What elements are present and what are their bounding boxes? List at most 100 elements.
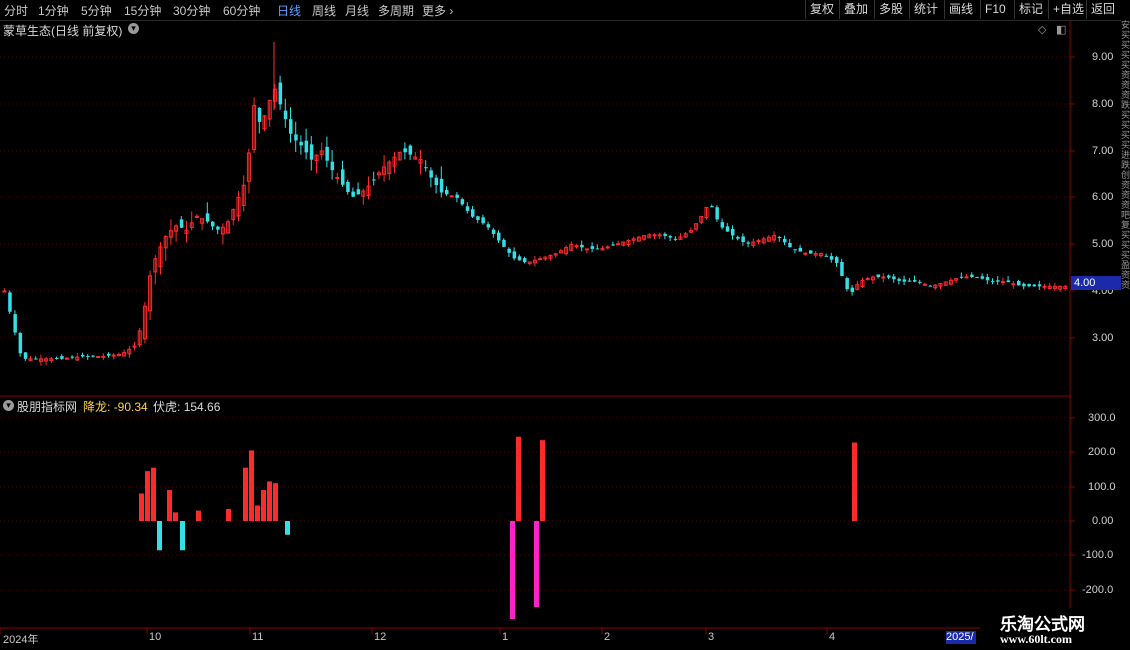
indicator-line2-value: 154.66 (183, 400, 221, 414)
tab-more[interactable]: 更多 › (422, 2, 453, 19)
tab-daily[interactable]: 日线 (277, 2, 301, 19)
candle-body (991, 281, 995, 283)
button-mark[interactable]: 标记 (1014, 0, 1047, 19)
indicator-axis-label: 200.0 (1088, 446, 1116, 458)
button-back[interactable]: 返回 (1086, 0, 1119, 19)
candle-body (870, 276, 875, 281)
candle-body (647, 234, 652, 239)
candle-body (132, 345, 137, 348)
candle-body (964, 276, 969, 279)
candle-body (211, 221, 215, 227)
tab-monthly[interactable]: 月线 (345, 2, 369, 19)
tab-30min[interactable]: 30分钟 (173, 2, 210, 19)
candle-body (845, 278, 849, 290)
candle-body (283, 110, 288, 120)
candle-body (60, 356, 64, 359)
candle-body (766, 236, 771, 242)
candle-body (1017, 281, 1021, 286)
tab-15min[interactable]: 15分钟 (124, 2, 161, 19)
tab-1min[interactable]: 1分钟 (38, 2, 69, 19)
price-axis-label: 5.00 (1092, 238, 1114, 250)
period-toolbar: 分时 1分钟 5分钟 15分钟 30分钟 60分钟 日线 周线 月线 多周期 更… (0, 0, 1130, 21)
candle-body (751, 241, 756, 247)
candle-body (262, 115, 267, 130)
indicator-bar (226, 508, 231, 521)
indicator-bar (249, 450, 254, 521)
right-strip-char: 买 (1121, 60, 1130, 70)
candle-body (761, 238, 766, 244)
indicator-bar (267, 481, 272, 521)
tab-weekly[interactable]: 周线 (312, 2, 336, 19)
button-add-watchlist[interactable]: +自选 (1048, 0, 1088, 19)
candle-body (715, 207, 719, 220)
indicator-line2-label: 伏虎 (153, 400, 178, 414)
candle-body (855, 284, 860, 290)
right-info-strip: 安买买买买资资资跌买买买买进跌创资资资吧复买买买盈资资 (1121, 20, 1130, 650)
right-strip-char: 资 (1121, 80, 1130, 90)
candle-body (418, 158, 423, 164)
indicator-bar (157, 521, 162, 551)
right-strip-char: 买 (1121, 240, 1130, 250)
candle-body (663, 233, 667, 236)
indicator-bar (852, 442, 857, 521)
candle-body (777, 237, 782, 239)
button-draw-line[interactable]: 画线 (944, 0, 977, 19)
diamond-icon[interactable]: ◇ (1038, 23, 1046, 36)
candle-body (829, 256, 834, 260)
candle-body (517, 256, 522, 261)
right-strip-char: 买 (1121, 230, 1130, 240)
indicator-bar (243, 467, 248, 521)
candle-body (1000, 281, 1005, 284)
date-axis-label: 2024年 (3, 634, 39, 646)
chevron-down-icon[interactable]: ▾ (128, 23, 139, 34)
price-axis-label: 9.00 (1092, 51, 1114, 63)
panel-toggle-icon[interactable]: ◧ (1056, 23, 1066, 36)
indicator-bar (151, 467, 156, 521)
right-strip-char: 买 (1121, 130, 1130, 140)
chevron-down-icon[interactable]: ▾ (3, 400, 14, 411)
candle-body (943, 281, 948, 286)
candle-body (55, 357, 59, 359)
indicator-name[interactable]: 股朋指标网 (17, 398, 77, 415)
candle-body (788, 242, 792, 248)
button-multi-stock[interactable]: 多股 (874, 0, 907, 19)
candle-body (865, 277, 870, 280)
tab-multi-period[interactable]: 多周期 (378, 2, 414, 19)
candle-body (351, 191, 355, 197)
right-strip-char: 跌 (1121, 160, 1130, 170)
candle-body (1027, 283, 1031, 287)
candle-body (558, 250, 563, 254)
candle-body (1022, 283, 1026, 287)
candle-body (611, 244, 615, 246)
button-overlay[interactable]: 叠加 (839, 0, 872, 19)
candle-body (460, 199, 465, 205)
right-strip-char: 复 (1121, 220, 1130, 230)
candle-body (688, 230, 693, 233)
candle-body (246, 152, 251, 182)
button-f10[interactable]: F10 (980, 0, 1010, 19)
tab-timeshare[interactable]: 分时 (4, 2, 28, 19)
candle-body (809, 250, 813, 254)
tab-5min[interactable]: 5分钟 (81, 2, 112, 19)
indicator-bar (510, 521, 515, 620)
candle-body (502, 239, 506, 247)
candle-body (803, 252, 808, 255)
candle-body (584, 248, 589, 251)
candle-body (18, 333, 23, 354)
candle-body (876, 274, 881, 277)
kline-chart[interactable] (0, 0, 1130, 650)
button-statistics[interactable]: 统计 (909, 0, 942, 19)
candle-body (486, 224, 491, 228)
tab-60min[interactable]: 60分钟 (223, 2, 260, 19)
indicator-bar (261, 490, 266, 521)
candle-body (49, 358, 54, 362)
candle-body (91, 355, 95, 357)
right-strip-char: 资 (1121, 270, 1130, 280)
candle-body (970, 274, 974, 277)
candle-body (309, 144, 314, 160)
button-restore-rights[interactable]: 复权 (805, 0, 838, 19)
indicator-axis-label: 0.00 (1092, 515, 1114, 527)
candle-body (881, 276, 886, 279)
candle-body (220, 226, 225, 235)
candle-body (652, 234, 657, 237)
